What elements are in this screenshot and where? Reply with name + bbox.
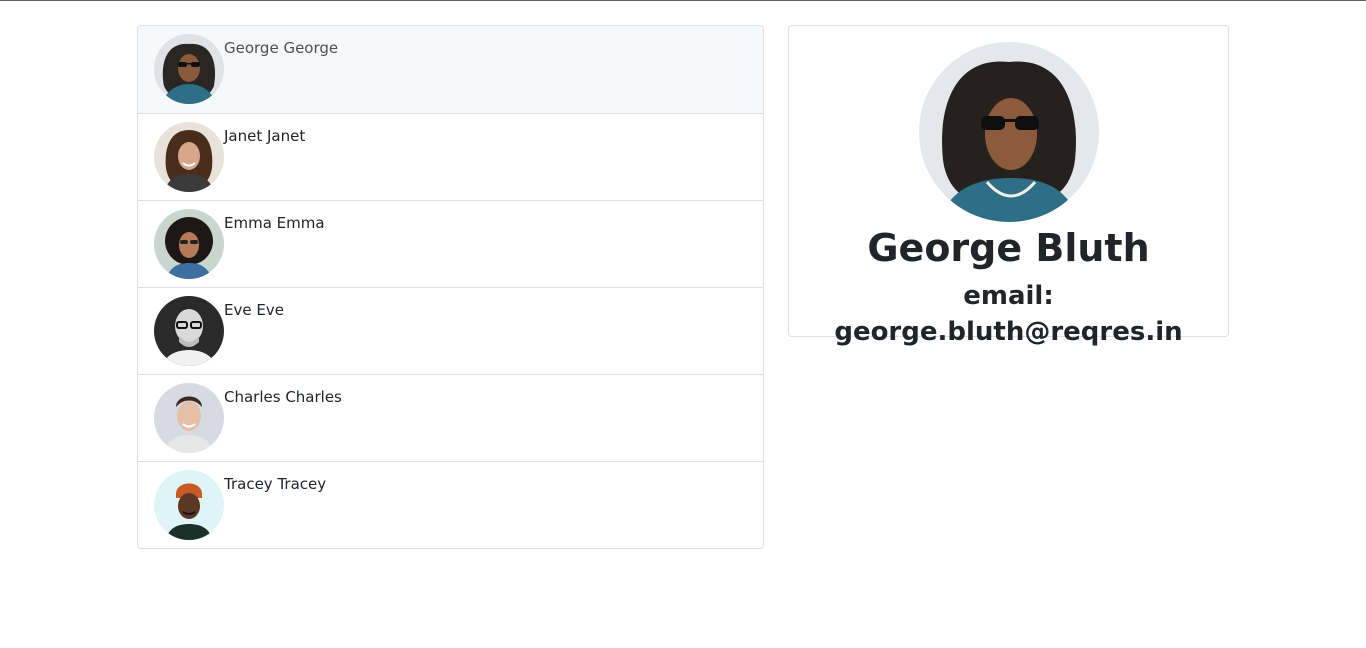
user-name: Tracey Tracey — [224, 475, 327, 493]
user-list-item-janet[interactable]: Janet Janet — [138, 113, 763, 200]
avatar-george — [154, 34, 224, 104]
user-list-item-emma[interactable]: Emma Emma — [138, 200, 763, 287]
avatar-tracey — [154, 470, 224, 540]
user-list-item-tracey[interactable]: Tracey Tracey — [138, 461, 763, 548]
user-name: Charles Charles — [224, 388, 342, 406]
user-detail-card: George Bluth email: george.bluth@reqres.… — [788, 25, 1229, 347]
user-name: Eve Eve — [224, 301, 284, 319]
detail-user-email: email: george.bluth@reqres.in — [834, 281, 1183, 347]
detail-avatar — [919, 42, 1099, 222]
user-name: Janet Janet — [224, 127, 306, 145]
user-list-item-charles[interactable]: Charles Charles — [138, 374, 763, 461]
user-list: George George Janet Janet Emma Emma Eve … — [137, 25, 764, 549]
avatar-janet — [154, 122, 224, 192]
user-name: George George — [224, 39, 339, 57]
avatar-emma — [154, 209, 224, 279]
avatar-charles — [154, 383, 224, 453]
user-name: Emma Emma — [224, 214, 325, 232]
user-list-item-eve[interactable]: Eve Eve — [138, 287, 763, 374]
user-list-item-george[interactable]: George George — [138, 26, 763, 113]
detail-user-name: George Bluth — [867, 226, 1150, 270]
avatar-eve — [154, 296, 224, 366]
top-divider — [0, 0, 1366, 1]
